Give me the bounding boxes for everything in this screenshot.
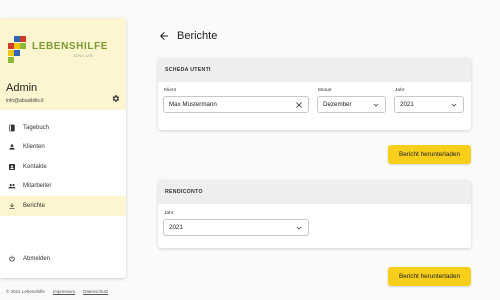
client-label: Klient bbox=[164, 88, 176, 93]
download-icon bbox=[9, 202, 15, 209]
sidebar-nav: Tagebuch Klienten Kontakte Mitarbeiter B… bbox=[0, 118, 126, 216]
year-select[interactable]: 2021 bbox=[394, 96, 464, 113]
people-icon bbox=[8, 184, 16, 189]
year-label: Jahr bbox=[164, 211, 174, 216]
user-email: info@abusibilis.it bbox=[6, 98, 44, 104]
chevron-down-icon bbox=[373, 103, 379, 107]
sidebar-item-label: Klienten bbox=[23, 144, 45, 151]
sidebar-item-kontakte[interactable]: Kontakte bbox=[0, 157, 126, 177]
sidebar-item-label: Tagebuch bbox=[23, 124, 50, 131]
year-label: Jahr bbox=[395, 88, 405, 93]
month-value: Dezember bbox=[323, 101, 352, 108]
user-name: Admin bbox=[6, 82, 38, 94]
card-title: SCHEDA UTENTI bbox=[165, 67, 211, 73]
month-label: Monat bbox=[318, 88, 332, 93]
client-value: Max Mustermann bbox=[169, 101, 217, 108]
logo-squares bbox=[6, 36, 26, 64]
month-select[interactable]: Dezember bbox=[317, 96, 386, 113]
sidebar-item-label: Berichte bbox=[23, 202, 46, 209]
sidebar-item-berichte[interactable]: Berichte bbox=[0, 196, 126, 216]
contacts-icon bbox=[9, 163, 15, 170]
back-arrow-icon[interactable] bbox=[158, 30, 170, 42]
card-header: SCHEDA UTENTI bbox=[158, 58, 471, 82]
sidebar-item-klienten[interactable]: Klienten bbox=[0, 138, 126, 158]
gear-icon[interactable] bbox=[111, 94, 120, 103]
year-value: 2021 bbox=[400, 101, 414, 108]
page-header: Berichte bbox=[158, 30, 217, 42]
card-header: RENDICONTO bbox=[158, 180, 471, 204]
sidebar-item-mitarbeiter[interactable]: Mitarbeiter bbox=[0, 177, 126, 197]
chevron-down-icon bbox=[451, 103, 457, 107]
power-icon bbox=[9, 255, 15, 262]
brand-subtitle: ONLUS bbox=[74, 53, 94, 58]
logout-button[interactable]: Abmelden bbox=[0, 249, 126, 269]
book-icon bbox=[9, 124, 15, 132]
footer-copyright: © 2021 Lebenshilfe bbox=[6, 289, 45, 294]
logout-label: Abmelden bbox=[23, 255, 51, 262]
sidebar-item-label: Mitarbeiter bbox=[23, 183, 52, 190]
chevron-down-icon bbox=[296, 226, 302, 230]
year-value: 2021 bbox=[169, 224, 183, 231]
scheda-utenti-card: SCHEDA UTENTI Klient Max Mustermann Mona… bbox=[158, 58, 471, 130]
footer-impressum-link[interactable]: Impressum bbox=[53, 289, 75, 294]
card-title: RENDICONTO bbox=[165, 189, 203, 195]
rendiconto-card: RENDICONTO Jahr 2021 bbox=[158, 180, 471, 248]
clear-icon[interactable] bbox=[295, 101, 303, 109]
footer-datenschutz-link[interactable]: Datenschutz bbox=[83, 289, 108, 294]
sidebar: LEBENSHILFE ONLUS Admin info@abusibilis.… bbox=[0, 18, 126, 278]
brand-logo: LEBENSHILFE ONLUS bbox=[6, 36, 116, 64]
page-title: Berichte bbox=[177, 30, 218, 42]
download-report-button[interactable]: Bericht herunterladen bbox=[388, 267, 471, 286]
year-select[interactable]: 2021 bbox=[163, 219, 309, 236]
brand-name: LEBENSHILFE bbox=[32, 41, 109, 52]
sidebar-header: LEBENSHILFE ONLUS Admin info@abusibilis.… bbox=[0, 18, 126, 110]
footer: © 2021 Lebenshilfe Impressum Datenschutz bbox=[6, 289, 108, 294]
sidebar-item-tagebuch[interactable]: Tagebuch bbox=[0, 118, 126, 138]
download-report-button[interactable]: Bericht herunterladen bbox=[388, 145, 471, 164]
client-field[interactable]: Max Mustermann bbox=[163, 96, 309, 113]
sidebar-item-label: Kontakte bbox=[23, 163, 47, 170]
person-icon bbox=[9, 144, 15, 150]
